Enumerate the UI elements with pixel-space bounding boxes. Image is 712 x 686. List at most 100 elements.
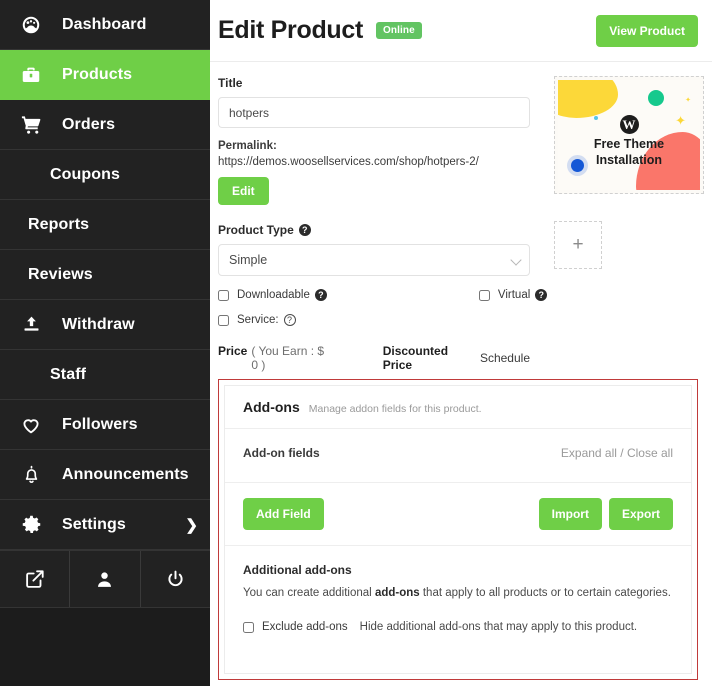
heart-icon: [0, 414, 62, 436]
downloadable-checkbox[interactable]: [218, 290, 229, 301]
product-featured-image[interactable]: ✦ ✦ W Free Theme Installation: [554, 76, 704, 194]
caption-line-1: Free Theme: [558, 137, 700, 153]
help-icon[interactable]: ?: [284, 314, 296, 326]
sidebar-item-label: Products: [62, 66, 132, 84]
form-area: Title Permalink: https://demos.woosellse…: [210, 62, 712, 408]
wordpress-logo-icon: W: [620, 115, 639, 134]
sidebar-item-label: Reports: [28, 216, 89, 234]
sidebar-item-staff[interactable]: Staff: [0, 350, 210, 400]
power-icon[interactable]: [141, 551, 210, 607]
add-field-button[interactable]: Add Field: [243, 498, 324, 530]
upload-icon: [0, 314, 62, 335]
speedometer-icon: [0, 14, 62, 36]
help-icon[interactable]: ?: [535, 289, 547, 301]
sidebar-footer: [0, 550, 210, 608]
sidebar-item-reviews[interactable]: Reviews: [0, 250, 210, 300]
sidebar: Dashboard Products Orders Coup: [0, 0, 210, 686]
main-content: Edit Product Online View Product Title P…: [210, 0, 712, 686]
addons-panel: Add-ons Manage addon fields for this pro…: [218, 379, 698, 680]
additional-text-part-2: that apply to all products or to certain…: [420, 587, 671, 599]
sidebar-item-label: Withdraw: [62, 316, 135, 334]
product-type-label: Product Type ?: [218, 223, 530, 237]
addons-actions-row: Add Field Import Export: [225, 483, 691, 546]
addon-fields-title: Add-on fields: [243, 446, 320, 460]
sidebar-item-settings[interactable]: Settings ❯: [0, 500, 210, 550]
decorative-yellow-blob: [558, 80, 618, 118]
permalink-label: Permalink:: [218, 140, 277, 152]
sidebar-item-products[interactable]: Products: [0, 50, 210, 100]
additional-text-part-1: You can create additional: [243, 587, 375, 599]
help-icon[interactable]: ?: [315, 289, 327, 301]
addons-title: Add-ons: [243, 399, 300, 415]
sidebar-item-followers[interactable]: Followers: [0, 400, 210, 450]
price-earn-text: ( You Earn : $ 0 ): [251, 344, 332, 372]
chevron-right-icon: ❯: [185, 516, 198, 534]
additional-addons-description: You can create additional add-ons that a…: [243, 585, 673, 602]
exclude-addons-checkbox[interactable]: [243, 622, 254, 633]
user-icon[interactable]: [70, 551, 140, 607]
sidebar-item-reports[interactable]: Reports: [0, 200, 210, 250]
product-type-label-text: Product Type: [218, 223, 294, 237]
decorative-sparkle-icon: ✦: [685, 97, 691, 104]
sidebar-item-announcements[interactable]: Announcements: [0, 450, 210, 500]
status-badge: Online: [376, 22, 422, 39]
title-label: Title: [218, 76, 530, 90]
additional-addons-section: Additional add-ons You can create additi…: [225, 546, 691, 650]
downloadable-checkbox-item[interactable]: Downloadable ?: [218, 289, 327, 301]
price-header-row: Price ( You Earn : $ 0 ) Discounted Pric…: [218, 344, 530, 372]
downloadable-label: Downloadable: [237, 289, 310, 301]
form-right-column: ✦ ✦ W Free Theme Installation +: [554, 76, 704, 408]
product-type-select[interactable]: [218, 244, 530, 276]
addon-fields-links: Expand all / Close all: [561, 446, 673, 460]
sidebar-item-label: Reviews: [28, 266, 93, 284]
sidebar-item-dashboard[interactable]: Dashboard: [0, 0, 210, 50]
sidebar-item-label: Orders: [62, 116, 115, 134]
service-checkbox-item[interactable]: Service: ?: [218, 314, 296, 326]
sidebar-item-label: Announcements: [62, 466, 189, 484]
help-icon[interactable]: ?: [299, 224, 311, 236]
product-image-canvas: ✦ ✦ W Free Theme Installation: [558, 80, 700, 190]
sidebar-item-label: Dashboard: [62, 16, 146, 34]
additional-addons-title: Additional add-ons: [243, 563, 673, 577]
permalink-url[interactable]: https://demos.woosellservices.com/shop/h…: [218, 156, 479, 168]
addon-fields-row: Add-on fields Expand all / Close all: [225, 429, 691, 483]
sidebar-item-label: Staff: [50, 366, 86, 384]
page-title: Edit Product: [218, 16, 363, 45]
sidebar-item-label: Followers: [62, 416, 138, 434]
briefcase-icon: [0, 64, 62, 86]
price-label: Price: [218, 344, 247, 372]
schedule-link[interactable]: Schedule: [480, 351, 530, 365]
title-input[interactable]: [218, 97, 530, 128]
page-header: Edit Product Online View Product: [210, 0, 712, 62]
virtual-checkbox-item[interactable]: Virtual ?: [479, 289, 547, 301]
caption-line-2: Installation: [558, 153, 700, 169]
sidebar-item-coupons[interactable]: Coupons: [0, 150, 210, 200]
addons-subtitle: Manage addon fields for this product.: [309, 403, 482, 415]
close-all-link[interactable]: Close all: [627, 446, 673, 460]
sidebar-empty-space: [0, 608, 210, 686]
sidebar-item-label: Coupons: [50, 166, 120, 184]
addons-panel-inner: Add-ons Manage addon fields for this pro…: [224, 385, 692, 674]
links-separator: /: [620, 446, 623, 460]
exclude-addons-label: Exclude add-ons: [262, 621, 348, 633]
virtual-checkbox[interactable]: [479, 290, 490, 301]
additional-text-bold: add-ons: [375, 587, 420, 599]
sidebar-item-label: Settings: [62, 516, 126, 534]
edit-permalink-button[interactable]: Edit: [218, 177, 269, 205]
external-link-icon[interactable]: [0, 551, 70, 607]
form-left-column: Title Permalink: https://demos.woosellse…: [218, 76, 530, 408]
decorative-green-dot: [648, 90, 664, 106]
expand-all-link[interactable]: Expand all: [561, 446, 617, 460]
export-button[interactable]: Export: [609, 498, 673, 530]
product-type-select-wrap: [218, 244, 530, 276]
service-checkbox[interactable]: [218, 315, 229, 326]
app-root: Dashboard Products Orders Coup: [0, 0, 712, 686]
import-button[interactable]: Import: [539, 498, 602, 530]
exclude-addons-row[interactable]: Exclude add-ons Hide additional add-ons …: [243, 621, 673, 633]
add-image-button[interactable]: +: [554, 221, 602, 269]
sidebar-item-orders[interactable]: Orders: [0, 100, 210, 150]
service-label: Service:: [237, 314, 279, 326]
bell-icon: [0, 464, 62, 485]
sidebar-item-withdraw[interactable]: Withdraw: [0, 300, 210, 350]
view-product-button[interactable]: View Product: [596, 15, 698, 47]
